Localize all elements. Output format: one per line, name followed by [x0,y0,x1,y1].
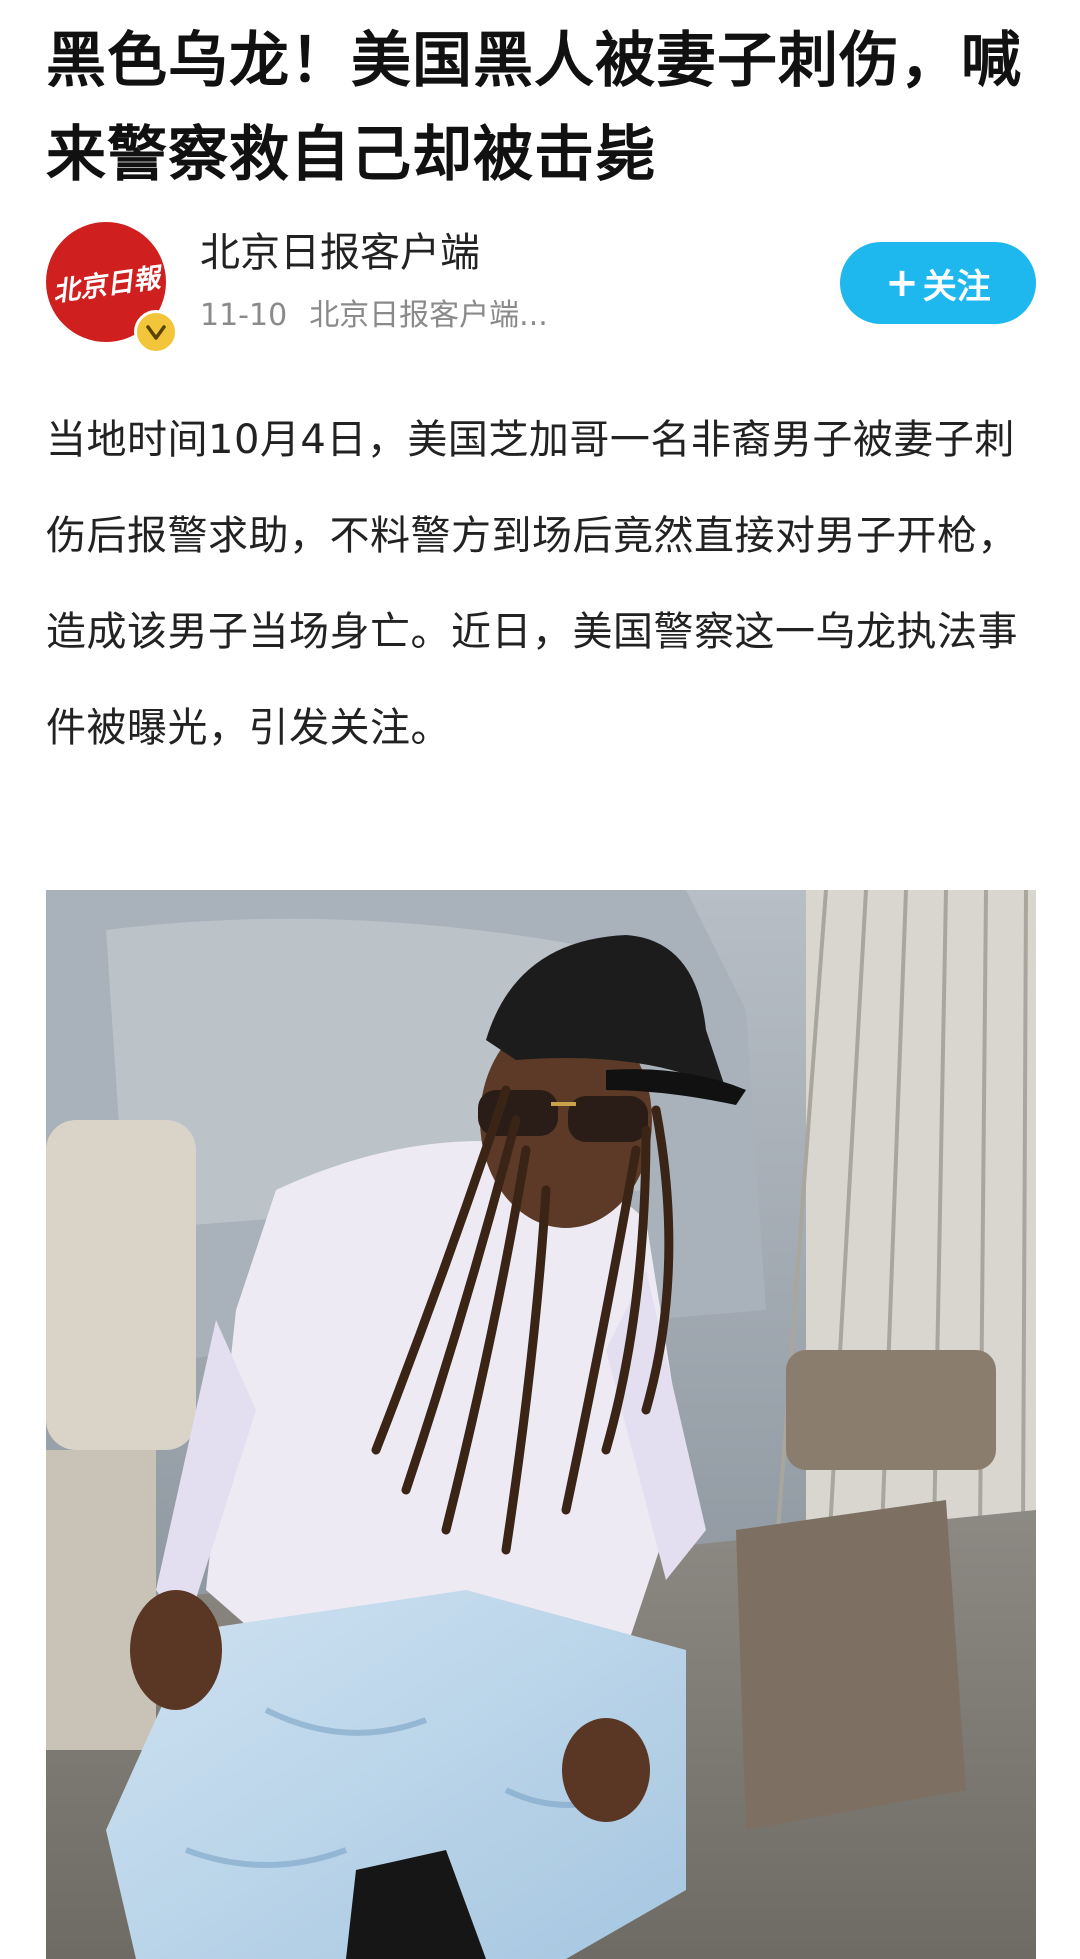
author-name[interactable]: 北京日报客户端 [200,228,480,278]
avatar-logo: 北京日報 [50,262,163,308]
verified-badge-icon [134,310,178,354]
author-row: 北京日報 北京日报客户端 11-10 北京日报客户端... + 关注 [46,222,1036,354]
plus-icon: + [885,260,919,306]
article-body: 当地时间10月4日，美国芝加哥一名非裔男子被妻子刺伤后报警求助，不料警方到场后竟… [46,417,1018,751]
article-photo[interactable] [46,890,1036,1959]
follow-label: 关注 [922,266,991,307]
publish-date: 11-10 [200,298,288,333]
author-meta: 11-10 北京日报客户端... [200,296,548,336]
follow-button[interactable]: + 关注 [840,242,1036,324]
article-title: 黑色乌龙！美国黑人被妻子刺伤，喊来警察救自己却被击毙 [46,26,1022,190]
photo-illustration [46,890,1036,1959]
source-name: 北京日报客户端... [309,298,548,333]
